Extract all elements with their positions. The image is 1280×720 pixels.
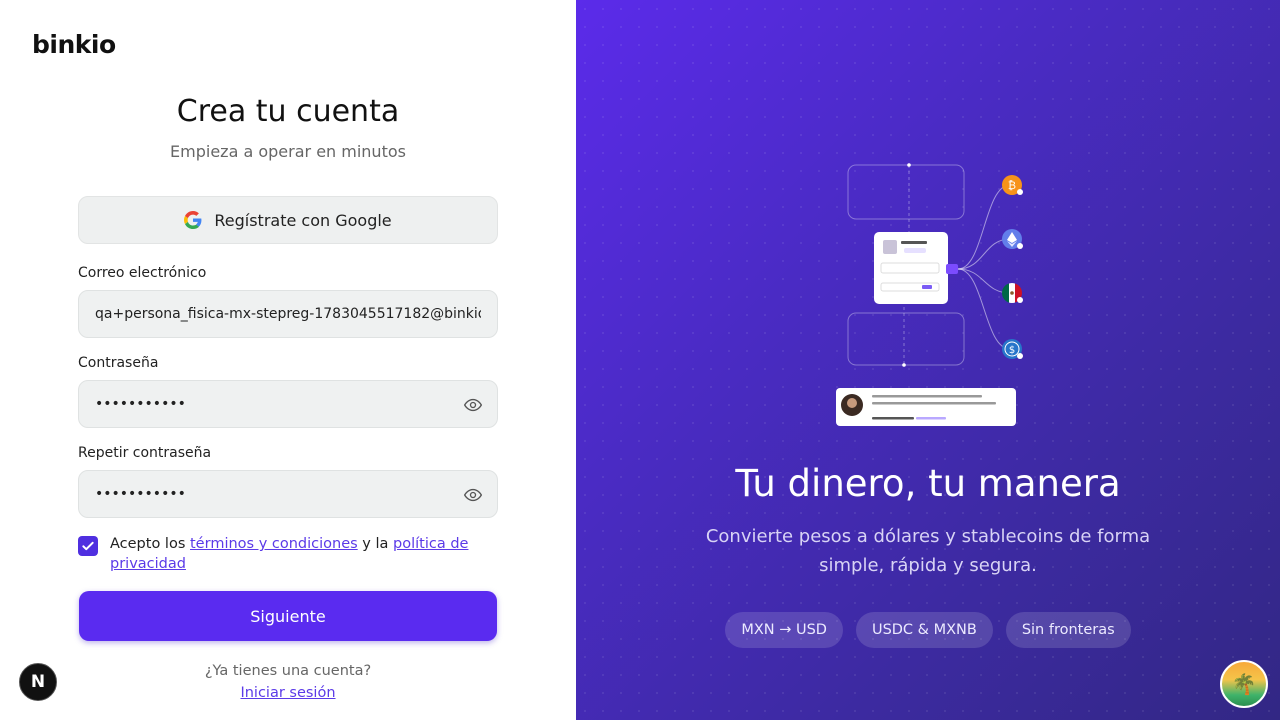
bitcoin-icon: ₿ xyxy=(1002,175,1023,195)
checkmark-icon xyxy=(82,541,94,551)
dev-tools-badge[interactable]: N xyxy=(19,663,57,701)
google-signup-label: Regístrate con Google xyxy=(214,210,392,230)
eye-icon[interactable] xyxy=(463,395,483,415)
assistant-avatar[interactable]: 🌴 xyxy=(1220,660,1268,708)
eye-icon[interactable] xyxy=(463,485,483,505)
repeat-password-input[interactable] xyxy=(95,486,481,502)
google-icon xyxy=(184,211,202,229)
binkio-logo[interactable]: binkio xyxy=(32,30,116,59)
terms-prefix: Acepto los xyxy=(110,536,190,552)
ethereum-icon xyxy=(1002,229,1023,249)
page-title: Crea tu cuenta xyxy=(176,94,400,129)
terms-link[interactable]: términos y condiciones xyxy=(190,536,358,552)
email-label: Correo electrónico xyxy=(78,265,207,281)
promo-subline: Convierte pesos a dólares y stablecoins … xyxy=(705,526,1151,576)
email-input[interactable] xyxy=(95,306,481,322)
svg-text:₿: ₿ xyxy=(1008,179,1016,192)
login-link-container: Iniciar sesión xyxy=(78,685,498,701)
have-account-text: ¿Ya tienes una cuenta? xyxy=(204,663,372,679)
login-link[interactable]: Iniciar sesión xyxy=(240,685,335,701)
usdc-icon: $ xyxy=(1002,339,1023,359)
pill-usdc-mxnb: USDC & MXNB xyxy=(855,612,993,648)
pill-sin-fronteras: Sin fronteras xyxy=(1005,612,1131,648)
password-field-container xyxy=(78,380,498,428)
svg-text:$: $ xyxy=(1009,345,1015,356)
promo-panel: ₿ $ Tu dinero, tu manera Convierte pesos… xyxy=(576,0,1280,720)
terms-checkbox[interactable] xyxy=(78,536,98,556)
google-signup-button[interactable]: Regístrate con Google xyxy=(78,196,498,244)
feature-pills: MXN → USD USDC & MXNB Sin fronteras xyxy=(576,612,1280,648)
terms-middle: y la xyxy=(357,536,394,552)
password-label: Contraseña xyxy=(78,355,159,371)
password-input[interactable] xyxy=(95,396,481,412)
promo-headline: Tu dinero, tu manera xyxy=(735,462,1121,505)
terms-text: Acepto los términos y condiciones y la p… xyxy=(110,534,490,574)
repeat-password-field-container xyxy=(78,470,498,518)
payments-illustration: ₿ $ xyxy=(836,163,1023,426)
email-field-container xyxy=(78,290,498,338)
pill-mxn-usd: MXN → USD xyxy=(725,612,843,648)
palm-tree-icon: 🌴 xyxy=(1231,672,1257,696)
signup-panel: binkio Crea tu cuenta Empieza a operar e… xyxy=(0,0,576,720)
next-button[interactable]: Siguiente xyxy=(79,591,497,641)
page-subtitle: Empieza a operar en minutos xyxy=(170,142,406,161)
mexico-flag-icon xyxy=(1002,283,1023,303)
repeat-password-label: Repetir contraseña xyxy=(78,445,212,461)
